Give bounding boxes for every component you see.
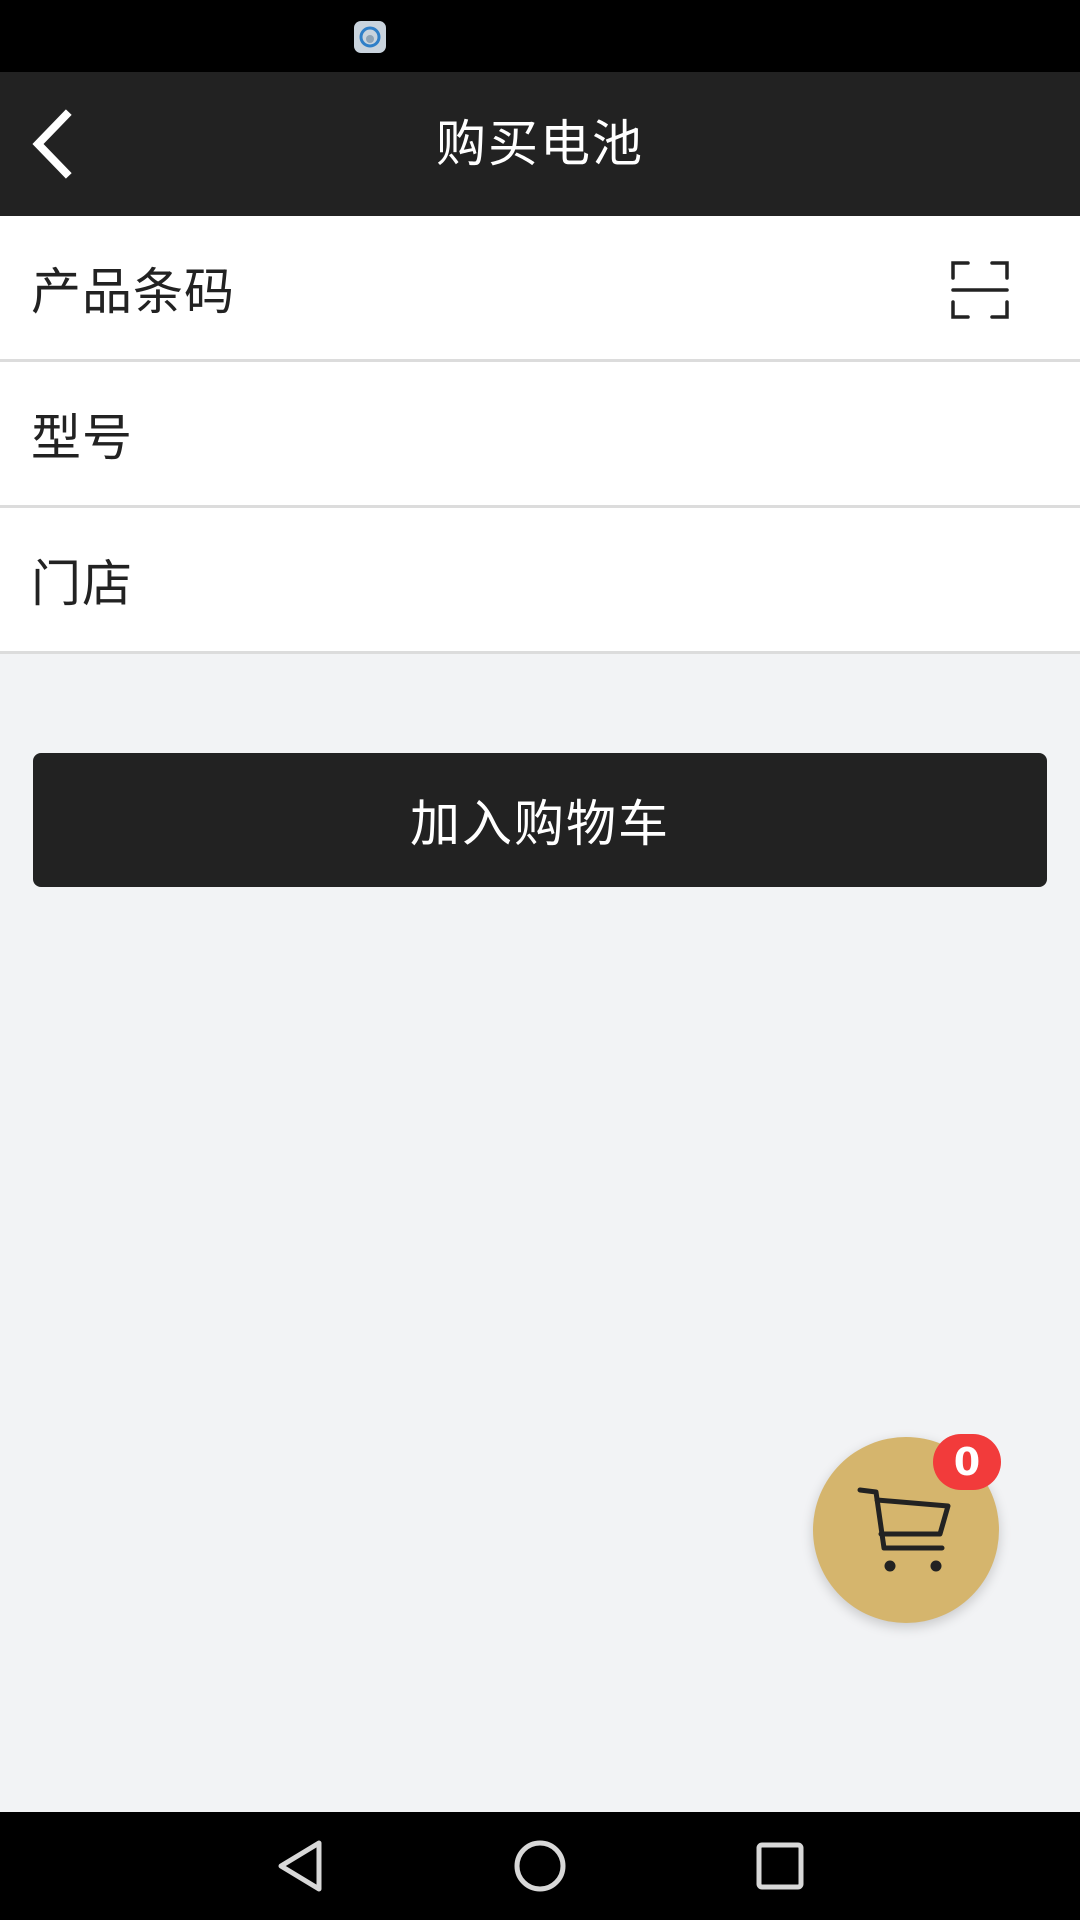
add-to-cart-button[interactable]: 加入购物车 — [33, 753, 1047, 887]
model-row: 型号 — [0, 362, 1080, 508]
store-label: 门店 — [31, 554, 133, 613]
barcode-row: 产品条码 — [0, 216, 1080, 362]
chevron-left-icon — [32, 109, 72, 179]
store-row: 门店 — [0, 508, 1080, 654]
nav-back-button[interactable] — [270, 1836, 330, 1896]
cart-count-badge: 0 — [933, 1434, 1001, 1490]
barcode-label: 产品条码 — [31, 262, 235, 321]
form-list: 产品条码 型号 门店 — [0, 216, 1080, 654]
title-bar: 购买电池 — [0, 72, 1080, 216]
status-bar — [0, 0, 1080, 72]
store-input[interactable] — [251, 508, 1080, 651]
nav-back-icon — [278, 1840, 322, 1892]
model-label: 型号 — [31, 408, 133, 467]
nav-recents-button[interactable] — [750, 1836, 810, 1896]
nav-recents-icon — [756, 1842, 804, 1890]
scan-icon — [951, 261, 1009, 319]
nav-home-icon — [514, 1840, 566, 1892]
model-input[interactable] — [251, 362, 1080, 505]
page-title: 购买电池 — [436, 115, 644, 173]
system-nav-bar — [0, 1812, 1080, 1920]
cart-icon — [857, 1487, 951, 1572]
scan-button[interactable] — [950, 260, 1010, 320]
app-notification-icon — [354, 21, 386, 53]
nav-home-button[interactable] — [510, 1836, 570, 1896]
back-button[interactable] — [12, 104, 92, 184]
